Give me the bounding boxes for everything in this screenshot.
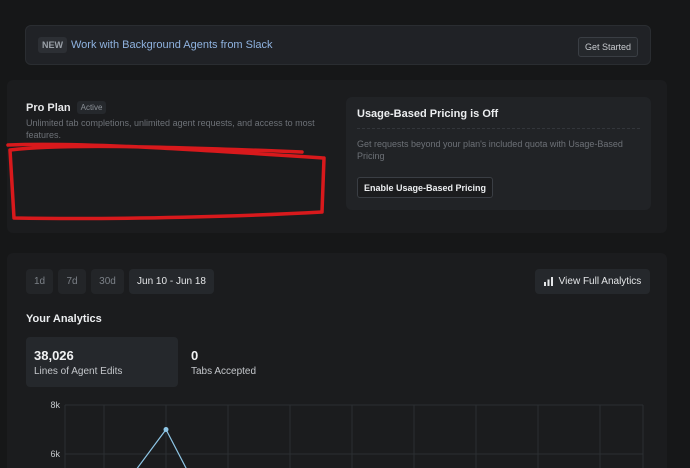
plan-status-badge: Active xyxy=(76,101,107,114)
analytics-title: Your Analytics xyxy=(26,313,102,325)
stat-tabs-accepted[interactable]: 0 Tabs Accepted xyxy=(183,337,335,387)
range-1d-button[interactable]: 1d xyxy=(26,269,53,294)
chart-series-line xyxy=(136,428,187,468)
chart-y-tick: 6k xyxy=(50,449,60,459)
analytics-line-chart: 8k 6k xyxy=(50,400,644,468)
stat-value: 0 xyxy=(191,348,199,363)
range-30d-button[interactable]: 30d xyxy=(91,269,124,294)
new-badge: NEW xyxy=(38,37,67,53)
plan-title: Pro Plan Active xyxy=(26,101,107,114)
usage-divider xyxy=(357,128,640,129)
red-scribble-annotation xyxy=(6,142,326,221)
chart-y-tick: 8k xyxy=(50,400,60,410)
usage-pricing-title: Usage-Based Pricing is Off xyxy=(357,108,499,120)
banner-link[interactable]: Work with Background Agents from Slack xyxy=(71,39,273,51)
plan-name: Pro Plan xyxy=(26,101,71,114)
range-7d-button[interactable]: 7d xyxy=(58,269,86,294)
usage-pricing-description: Get requests beyond your plan's included… xyxy=(357,139,623,161)
announcement-banner: NEW Work with Background Agents from Sla… xyxy=(25,25,651,65)
bar-chart-icon xyxy=(543,277,553,286)
stat-label: Tabs Accepted xyxy=(191,366,257,377)
plan-description: Unlimited tab completions, unlimited age… xyxy=(26,118,315,140)
view-full-analytics-button[interactable]: View Full Analytics xyxy=(535,269,650,294)
enable-usage-pricing-button[interactable]: Enable Usage-Based Pricing xyxy=(357,177,494,198)
chart-point[interactable] xyxy=(163,427,169,432)
date-range-button[interactable]: Jun 10 - Jun 18 xyxy=(129,269,214,294)
stat-value: 38,026 xyxy=(34,348,74,363)
stat-label: Lines of Agent Edits xyxy=(34,366,123,377)
view-full-analytics-label: View Full Analytics xyxy=(558,276,642,287)
stat-agent-edits[interactable]: 38,026 Lines of Agent Edits xyxy=(26,337,178,387)
get-started-button[interactable]: Get Started xyxy=(577,37,638,57)
